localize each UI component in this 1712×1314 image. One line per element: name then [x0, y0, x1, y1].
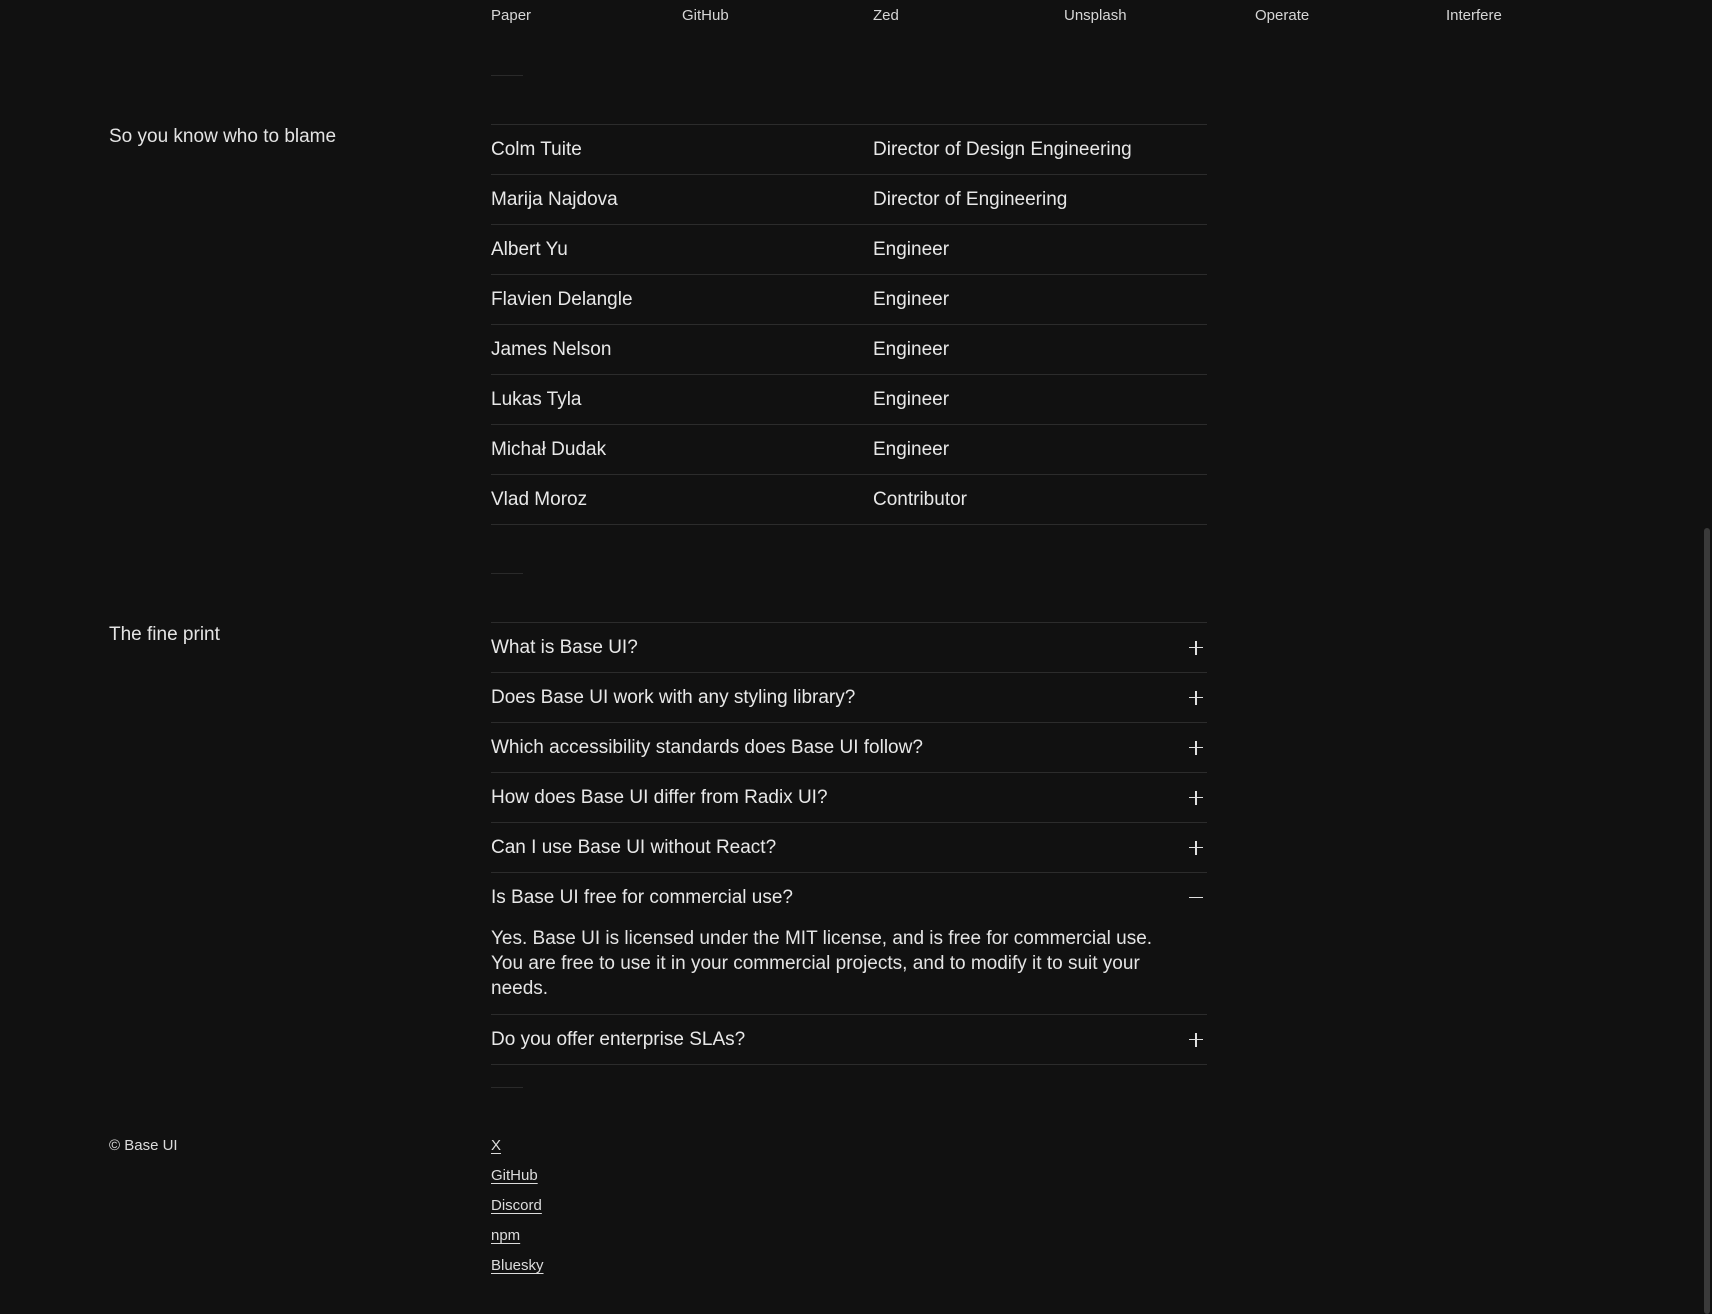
- faq-item: Which accessibility standards does Base …: [491, 723, 1207, 773]
- faq-question: How does Base UI differ from Radix UI?: [491, 786, 828, 808]
- plus-icon: [1187, 789, 1205, 807]
- team-member-row: Michał Dudak Engineer: [491, 425, 1207, 475]
- faq-question-button[interactable]: Do you offer enterprise SLAs?: [491, 1015, 1207, 1064]
- plus-icon: [1187, 689, 1205, 707]
- team-member-row: Colm Tuite Director of Design Engineering: [491, 125, 1207, 175]
- faq-question-button[interactable]: What is Base UI?: [491, 623, 1207, 672]
- faq-question-button[interactable]: Which accessibility standards does Base …: [491, 723, 1207, 772]
- footer-link-x[interactable]: X: [491, 1137, 501, 1155]
- team-member-row: Albert Yu Engineer: [491, 225, 1207, 275]
- page-scrollbar[interactable]: [1702, 0, 1712, 1314]
- logo-unsplash: Unsplash: [1064, 7, 1127, 24]
- member-name: James Nelson: [491, 338, 612, 360]
- member-role: Engineer: [873, 238, 950, 260]
- member-name: Marija Najdova: [491, 188, 618, 210]
- footer-links: X GitHub Discord npm Bluesky: [491, 1137, 544, 1275]
- faq-question: Is Base UI free for commercial use?: [491, 886, 793, 908]
- member-role: Engineer: [873, 388, 950, 410]
- customer-logos: Paper GitHub Zed Unsplash Operate Interf…: [491, 7, 1637, 25]
- team-list: Colm Tuite Director of Design Engineering…: [491, 124, 1207, 525]
- faq-question: What is Base UI?: [491, 636, 638, 658]
- logo-paper: Paper: [491, 7, 532, 24]
- member-role: Engineer: [873, 338, 950, 360]
- plus-icon: [1187, 739, 1205, 757]
- logo-github: GitHub: [682, 7, 729, 24]
- faq-question: Which accessibility standards does Base …: [491, 736, 923, 758]
- plus-icon: [1187, 839, 1205, 857]
- team-member-row: James Nelson Engineer: [491, 325, 1207, 375]
- plus-icon: [1187, 1031, 1205, 1049]
- member-role: Engineer: [873, 288, 950, 310]
- member-name: Lukas Tyla: [491, 388, 582, 410]
- logo-zed: Zed: [873, 7, 899, 24]
- logo-interfere: Interfere: [1446, 7, 1502, 24]
- faq-item: Can I use Base UI without React?: [491, 823, 1207, 873]
- faq-question: Can I use Base UI without React?: [491, 836, 777, 858]
- section-divider: [491, 75, 523, 76]
- copyright: © Base UI: [109, 1137, 178, 1154]
- footer-link-npm[interactable]: npm: [491, 1227, 520, 1245]
- minus-icon: [1187, 889, 1205, 907]
- footer-link-bluesky[interactable]: Bluesky: [491, 1257, 544, 1275]
- faq-question-button[interactable]: Can I use Base UI without React?: [491, 823, 1207, 872]
- member-role: Director of Design Engineering: [873, 138, 1132, 160]
- member-name: Albert Yu: [491, 238, 568, 260]
- section-divider: [491, 1087, 523, 1088]
- faq-question-button[interactable]: Does Base UI work with any styling libra…: [491, 673, 1207, 722]
- member-role: Director of Engineering: [873, 188, 1068, 210]
- member-name: Colm Tuite: [491, 138, 582, 160]
- team-section-label: So you know who to blame: [109, 126, 337, 147]
- team-member-row: Flavien Delangle Engineer: [491, 275, 1207, 325]
- team-member-row: Marija Najdova Director of Engineering: [491, 175, 1207, 225]
- faq-question-button[interactable]: Is Base UI free for commercial use?: [491, 873, 1207, 922]
- member-name: Vlad Moroz: [491, 488, 588, 510]
- footer-link-github[interactable]: GitHub: [491, 1167, 538, 1185]
- member-name: Flavien Delangle: [491, 288, 633, 310]
- faq-accordion: What is Base UI? Does Base UI work with …: [491, 622, 1207, 1065]
- footer-link-discord[interactable]: Discord: [491, 1197, 542, 1215]
- team-member-row: Lukas Tyla Engineer: [491, 375, 1207, 425]
- faq-item: What is Base UI?: [491, 623, 1207, 673]
- scrollbar-thumb[interactable]: [1704, 528, 1710, 1314]
- faq-item: How does Base UI differ from Radix UI?: [491, 773, 1207, 823]
- faq-answer: Yes. Base UI is licensed under the MIT l…: [491, 928, 1153, 999]
- faq-item: Does Base UI work with any styling libra…: [491, 673, 1207, 723]
- team-member-row: Vlad Moroz Contributor: [491, 475, 1207, 525]
- member-role: Contributor: [873, 488, 967, 510]
- logo-operate: Operate: [1255, 7, 1310, 24]
- faq-section-label: The fine print: [109, 624, 220, 645]
- faq-question-button[interactable]: How does Base UI differ from Radix UI?: [491, 773, 1207, 822]
- section-divider: [491, 573, 523, 574]
- member-name: Michał Dudak: [491, 438, 607, 460]
- plus-icon: [1187, 639, 1205, 657]
- faq-question: Does Base UI work with any styling libra…: [491, 686, 856, 708]
- member-role: Engineer: [873, 438, 950, 460]
- faq-question: Do you offer enterprise SLAs?: [491, 1028, 746, 1050]
- faq-item-open: Is Base UI free for commercial use? Yes.…: [491, 873, 1207, 1015]
- faq-item: Do you offer enterprise SLAs?: [491, 1015, 1207, 1065]
